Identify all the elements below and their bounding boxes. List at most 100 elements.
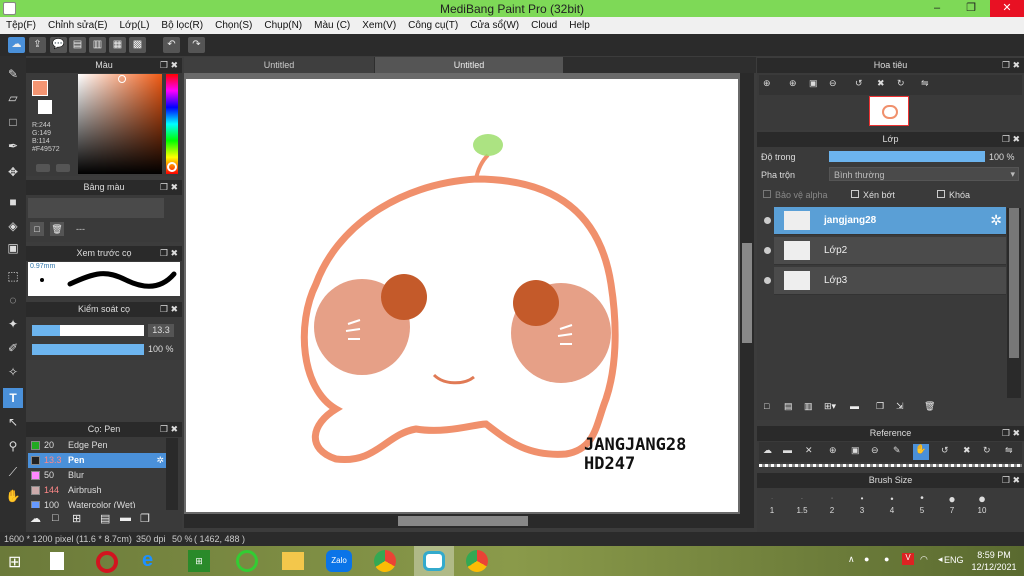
new-layer-8bit-icon[interactable]: ▤	[784, 401, 793, 412]
layers-scrollbar[interactable]	[1007, 208, 1021, 398]
palette-area[interactable]	[28, 198, 164, 218]
new-brush-icon[interactable]: □	[52, 512, 59, 524]
select-eraser-icon[interactable]: ✧	[3, 362, 23, 382]
zoom-fit-icon[interactable]: ⊕	[763, 78, 771, 89]
fit-window-icon[interactable]: ▣	[809, 78, 818, 89]
reset-icon[interactable]: ✖	[963, 445, 971, 456]
brush-size-cell[interactable]: ● 10	[967, 492, 997, 516]
zoom-out-icon[interactable]: ⊖	[829, 78, 837, 89]
dropper-tool-icon[interactable]: ⚲	[3, 436, 23, 456]
fit-window-icon[interactable]: ▣	[851, 445, 860, 456]
new-layer-1bit-icon[interactable]: ▥	[804, 401, 813, 412]
menu-layer[interactable]: Lớp(L)	[114, 17, 156, 31]
menu-view[interactable]: Xem(V)	[356, 17, 402, 31]
menu-window[interactable]: Cửa sổ(W)	[464, 17, 525, 31]
cloud-icon[interactable]: ☁	[8, 37, 25, 53]
hue-slider[interactable]	[166, 74, 178, 174]
eye-icon[interactable]	[764, 247, 771, 254]
minimize-button[interactable]: –	[920, 0, 954, 17]
layer-row[interactable]: Lớp3	[764, 267, 1006, 295]
folder-icon[interactable]	[282, 552, 304, 570]
menu-cloud[interactable]: Cloud	[525, 17, 563, 31]
brush-file-icon[interactable]: ▤	[100, 512, 110, 525]
fill-rect-tool-icon[interactable]: ■	[3, 192, 23, 212]
medibang-taskbar-item[interactable]	[414, 546, 454, 576]
color-mode-icon[interactable]	[36, 164, 50, 172]
maximize-button[interactable]: ❐	[954, 0, 988, 17]
language-indicator[interactable]: ENG	[944, 555, 964, 565]
volume-icon[interactable]: ◂	[938, 554, 943, 565]
tray-app-icon[interactable]: ●	[864, 554, 869, 564]
menu-select[interactable]: Chọn(S)	[209, 17, 258, 31]
rect-tool-icon[interactable]: □	[3, 112, 23, 132]
menu-tools[interactable]: Công cụ(T)	[402, 17, 464, 31]
navigator-thumbnail[interactable]	[869, 96, 909, 126]
layers-scroll-thumb[interactable]	[1009, 208, 1019, 358]
brush-size-cell[interactable]: · 2	[817, 492, 847, 515]
merge-layer-icon[interactable]: ⇲	[896, 401, 904, 412]
layer-row-selected[interactable]: jangjang28 ✲	[764, 207, 1006, 235]
layout-icon[interactable]: ▩	[129, 37, 146, 53]
app-green-icon[interactable]	[236, 550, 258, 572]
panel-close-icon[interactable]: ❐ ✖	[1002, 473, 1020, 488]
brush-item[interactable]: 144 Airbrush	[28, 483, 166, 498]
zoom-out-icon[interactable]: ⊖	[871, 445, 879, 456]
hue-handle[interactable]	[167, 162, 177, 172]
foreground-color-swatch[interactable]	[32, 80, 48, 96]
layer-settings-icon[interactable]: ✲	[990, 212, 1002, 229]
brush-item[interactable]: 20 Edge Pen	[28, 438, 166, 453]
tab-untitled-1[interactable]: Untitled	[184, 57, 374, 73]
canvas-viewport[interactable]: JANGJANG28 HD247	[184, 73, 740, 514]
pen-tool-icon[interactable]: ✒	[3, 136, 23, 156]
lock-checkbox[interactable]	[937, 190, 945, 198]
close-reference-icon[interactable]: ✕	[805, 445, 813, 456]
delete-palette-icon[interactable]: 🗑	[50, 222, 64, 236]
zalo-icon[interactable]: Zalo	[326, 550, 352, 572]
duplicate-layer-icon[interactable]: ❐	[876, 401, 884, 412]
panel-close-icon[interactable]: ❐ ✖	[160, 246, 178, 261]
panel-close-icon[interactable]: ❐ ✖	[1002, 426, 1020, 441]
brush-tool-icon[interactable]: ✎	[3, 64, 23, 84]
panel-close-icon[interactable]: ❐ ✖	[160, 58, 178, 73]
bucket-tool-icon[interactable]: ◈	[3, 216, 23, 236]
protect-alpha-checkbox[interactable]	[763, 190, 771, 198]
panel-close-icon[interactable]: ❐ ✖	[160, 180, 178, 195]
add-layer-dropdown-icon[interactable]: ⊞▾	[824, 401, 836, 412]
grid-icon[interactable]: ▦	[109, 37, 126, 53]
panel-close-icon[interactable]: ❐ ✖	[160, 422, 178, 437]
chat-icon[interactable]: ▤	[69, 37, 86, 53]
tray-arrow-icon[interactable]: ∧	[848, 554, 855, 565]
blend-mode-select[interactable]: Bình thường ▾	[829, 167, 1019, 181]
brush-settings-icon[interactable]: ✲	[156, 453, 164, 468]
menu-edit[interactable]: Chỉnh sửa(E)	[42, 17, 114, 31]
clip-checkbox[interactable]	[851, 190, 859, 198]
duplicate-icon[interactable]: ❐	[140, 512, 150, 525]
menu-file[interactable]: Tệp(F)	[0, 17, 42, 31]
cloud-brush-icon[interactable]: ☁	[30, 512, 41, 525]
comment-icon[interactable]: 💬	[50, 37, 67, 53]
chrome-profile-icon[interactable]	[466, 550, 488, 572]
panel-close-icon[interactable]: ❐ ✖	[1002, 132, 1020, 147]
select-rect-icon[interactable]: ⬚	[3, 266, 23, 286]
gradient-tool-icon[interactable]: ▣	[3, 238, 23, 258]
eye-icon[interactable]	[764, 277, 771, 284]
rotate-left-icon[interactable]: ↺	[855, 78, 863, 89]
menu-help[interactable]: Help	[563, 17, 596, 31]
vertical-scroll-thumb[interactable]	[742, 243, 752, 343]
menu-color[interactable]: Màu (C)	[308, 17, 356, 31]
brush-list-scrollbar[interactable]	[166, 438, 178, 510]
drawing-canvas[interactable]: JANGJANG28 HD247	[186, 79, 738, 512]
brush-size-value[interactable]: 13.3	[148, 324, 174, 337]
new-palette-icon[interactable]: □	[30, 222, 44, 236]
lasso-icon[interactable]: ◌	[3, 290, 23, 310]
tray-app-icon[interactable]: ●	[884, 554, 889, 564]
edge-icon[interactable]: e	[142, 549, 153, 572]
brush-size-cell[interactable]: • 4	[877, 492, 907, 515]
eye-icon[interactable]	[764, 217, 771, 224]
panel-close-icon[interactable]: ❐ ✖	[160, 302, 178, 317]
select-pen-icon[interactable]: ✐	[3, 338, 23, 358]
dropper-icon[interactable]: ✎	[893, 445, 901, 456]
flip-icon[interactable]: ⇋	[1005, 445, 1013, 456]
brush-size-cell[interactable]: · 1	[757, 492, 787, 515]
brush-size-slider[interactable]	[32, 325, 144, 336]
